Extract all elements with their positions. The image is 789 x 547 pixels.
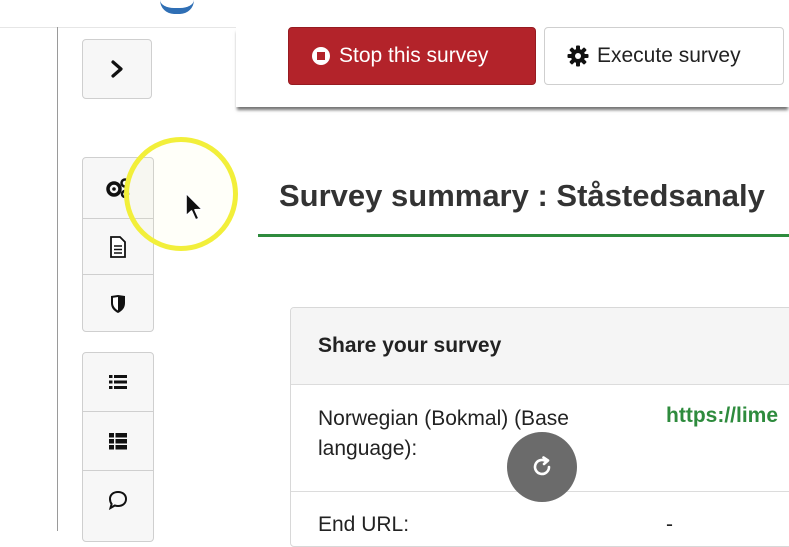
cursor-highlight-ring <box>124 137 238 251</box>
sidebar-divider <box>57 27 58 531</box>
document-icon <box>110 235 126 258</box>
list-icon <box>109 375 127 389</box>
stop-survey-label: Stop this survey <box>339 44 489 67</box>
base-language-label: Norwegian (Bokmal) (Base language): <box>318 407 569 460</box>
page-title: Survey summary : Ståstedsanaly <box>279 178 765 213</box>
stop-circle-icon <box>311 46 331 66</box>
top-header <box>0 0 789 28</box>
title-underline <box>258 234 789 237</box>
share-survey-panel: Share your survey Norwegian (Bokmal) (Ba… <box>290 307 789 547</box>
panel-heading: Share your survey <box>291 308 789 385</box>
sidebar-item-security[interactable] <box>83 275 153 331</box>
expand-sidebar-button[interactable] <box>82 39 152 99</box>
sidebar-item-list-alt[interactable] <box>83 412 153 471</box>
base-language-url-link[interactable]: https://lime <box>666 404 778 428</box>
execute-survey-label: Execute survey <box>597 44 741 67</box>
sidebar-item-list[interactable] <box>83 353 153 412</box>
list-alt-icon <box>109 433 127 450</box>
execute-survey-button[interactable]: Execute survey <box>544 27 784 85</box>
stop-survey-button[interactable]: Stop this survey <box>288 27 536 85</box>
sidebar-item-comment[interactable] <box>83 471 153 529</box>
mouse-cursor-icon <box>185 192 204 221</box>
reload-button[interactable] <box>507 432 577 502</box>
chevron-right-icon <box>111 60 123 78</box>
sidebar-group-structure <box>82 352 154 542</box>
comment-icon <box>108 490 128 510</box>
end-url-value: - <box>666 513 673 536</box>
logo-fragment <box>160 0 194 14</box>
end-url-label: End URL: <box>318 513 410 536</box>
reload-icon <box>533 456 551 476</box>
gear-icon <box>567 45 589 67</box>
shield-icon <box>111 295 125 313</box>
